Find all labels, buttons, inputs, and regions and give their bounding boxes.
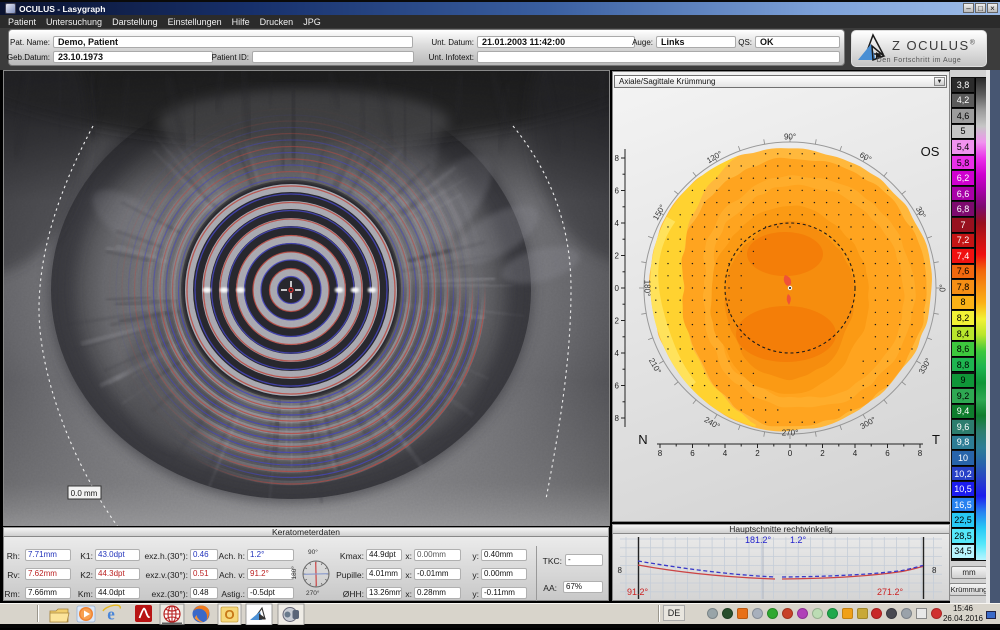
svg-text:4: 4	[615, 219, 620, 228]
svg-text:2: 2	[615, 316, 620, 325]
svg-text:1.2°: 1.2°	[790, 535, 807, 545]
svg-text:8: 8	[932, 566, 937, 575]
svg-text:0: 0	[788, 449, 793, 458]
svg-text:30°: 30°	[914, 205, 928, 220]
svg-text:90°: 90°	[784, 133, 796, 142]
svg-text:4: 4	[615, 349, 620, 358]
svg-text:OS: OS	[921, 144, 940, 159]
svg-text:6: 6	[690, 449, 695, 458]
svg-text:8: 8	[658, 449, 663, 458]
svg-text:2: 2	[615, 251, 620, 260]
svg-text:O: O	[224, 607, 234, 622]
svg-text:8: 8	[618, 566, 623, 575]
svg-text:240°: 240°	[703, 415, 722, 431]
svg-text:181.2°: 181.2°	[745, 535, 772, 545]
svg-text:0: 0	[615, 284, 620, 293]
svg-text:2: 2	[820, 449, 825, 458]
svg-text:6: 6	[615, 186, 620, 195]
svg-text:8: 8	[615, 154, 620, 163]
svg-text:210°: 210°	[647, 357, 663, 376]
svg-text:180°: 180°	[643, 280, 652, 297]
svg-text:T: T	[932, 432, 940, 447]
svg-text:8: 8	[918, 449, 923, 458]
svg-text:270°: 270°	[782, 429, 799, 438]
svg-text:330°: 330°	[917, 357, 933, 376]
svg-text:0°: 0°	[939, 284, 948, 292]
svg-text:60°: 60°	[858, 150, 873, 164]
svg-text:300°: 300°	[859, 415, 878, 431]
svg-text:6: 6	[885, 449, 890, 458]
svg-text:2: 2	[755, 449, 760, 458]
svg-text:N: N	[638, 432, 647, 447]
svg-text:8: 8	[615, 414, 620, 423]
svg-text:6: 6	[615, 381, 620, 390]
svg-text:4: 4	[723, 449, 728, 458]
svg-text:271.2°: 271.2°	[877, 587, 904, 597]
svg-text:91.2°: 91.2°	[627, 587, 649, 597]
svg-text:4: 4	[853, 449, 858, 458]
